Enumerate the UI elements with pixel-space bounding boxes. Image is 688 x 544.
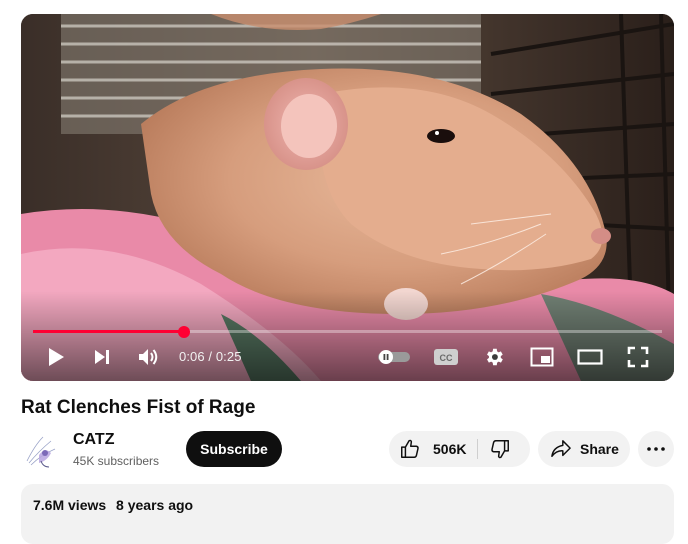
subscriber-count: 45K subscribers xyxy=(73,454,160,468)
thumbs-down-icon xyxy=(491,440,509,459)
more-actions-button[interactable] xyxy=(638,431,674,467)
description-box[interactable]: 7.6M views 8 years ago xyxy=(21,484,674,544)
like-button[interactable]: 506K xyxy=(389,431,466,467)
channel-name[interactable]: CATZ xyxy=(73,431,114,449)
play-button[interactable] xyxy=(41,344,71,370)
volume-icon xyxy=(139,349,158,365)
share-icon xyxy=(551,440,571,457)
progress-bar[interactable] xyxy=(33,325,662,338)
like-dislike-group: 506K xyxy=(389,431,530,467)
channel-avatar[interactable] xyxy=(21,431,61,471)
subscribe-button[interactable]: Subscribe xyxy=(186,431,282,467)
autoplay-toggle-icon xyxy=(378,350,410,364)
dislike-button[interactable] xyxy=(489,431,519,467)
next-button[interactable] xyxy=(87,344,117,370)
time-display: 0:06 / 0:25 xyxy=(179,349,242,364)
view-meta: 7.6M views 8 years ago xyxy=(33,497,193,513)
video-player[interactable]: 0:06 / 0:25 CC xyxy=(21,14,674,381)
share-label: Share xyxy=(580,441,619,457)
svg-text:CC: CC xyxy=(440,353,453,363)
avatar-image xyxy=(21,431,61,471)
fullscreen-icon xyxy=(627,346,649,368)
captions-button[interactable]: CC xyxy=(431,344,461,370)
share-button[interactable]: Share xyxy=(538,431,630,467)
more-horizontal-icon xyxy=(647,447,665,451)
gear-icon xyxy=(487,348,503,366)
progress-scrubber[interactable] xyxy=(177,325,190,338)
miniplayer-button[interactable] xyxy=(527,344,557,370)
video-title: Rat Clenches Fist of Rage xyxy=(21,397,256,418)
miniplayer-icon xyxy=(530,347,554,367)
upload-age: 8 years ago xyxy=(116,497,194,513)
settings-button[interactable] xyxy=(479,344,509,370)
thumbs-up-icon xyxy=(401,439,419,458)
next-icon xyxy=(95,350,109,364)
view-count: 7.6M views xyxy=(33,497,107,513)
like-divider xyxy=(477,439,478,459)
fullscreen-button[interactable] xyxy=(623,344,653,370)
like-count: 506K xyxy=(433,441,467,457)
captions-icon: CC xyxy=(434,349,458,365)
autoplay-toggle[interactable] xyxy=(376,344,412,370)
theater-button[interactable] xyxy=(575,344,605,370)
play-icon xyxy=(49,348,64,366)
theater-icon xyxy=(577,349,603,365)
volume-button[interactable] xyxy=(134,344,164,370)
progress-played xyxy=(33,330,184,333)
